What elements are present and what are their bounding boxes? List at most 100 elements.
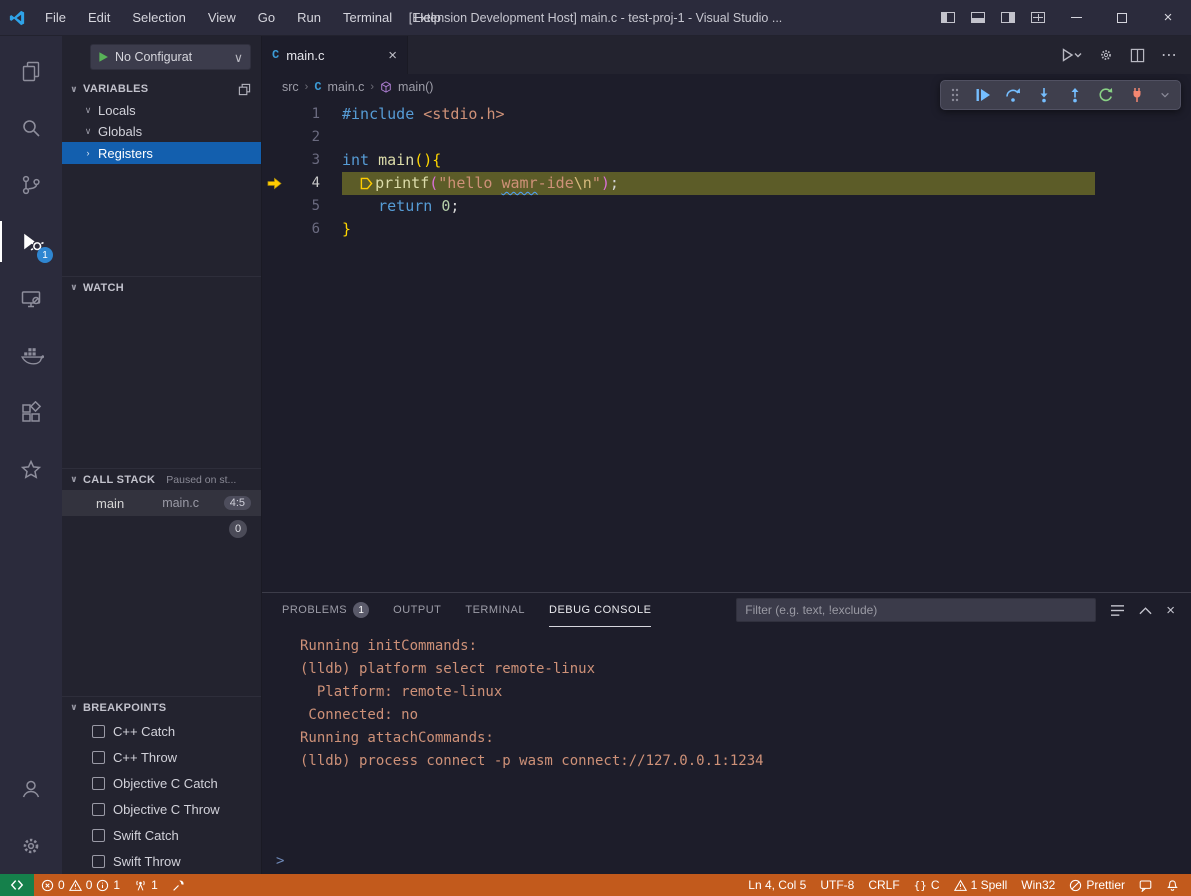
spell-checker-status[interactable]: 1 Spell xyxy=(947,874,1015,896)
feedback-status[interactable] xyxy=(1132,874,1159,896)
breakpoint-label: Swift Catch xyxy=(113,828,179,843)
ports-status[interactable]: 1 xyxy=(127,874,165,896)
docker-icon[interactable] xyxy=(0,327,62,384)
star-icon[interactable] xyxy=(0,441,62,498)
minimize-button[interactable] xyxy=(1053,0,1099,36)
breakpoint-objc-throw[interactable]: Objective C Throw xyxy=(62,796,261,822)
chevron-down-icon[interactable] xyxy=(1160,90,1170,100)
menu-help[interactable]: Help xyxy=(403,0,452,36)
line-text[interactable]: int main(){ xyxy=(342,149,1191,172)
breakpoint-cpp-catch[interactable]: C++ Catch xyxy=(62,718,261,744)
step-into-icon[interactable] xyxy=(1036,87,1052,103)
stack-frame-row[interactable]: main main.c 4:5 xyxy=(62,490,261,516)
search-icon[interactable] xyxy=(0,99,62,156)
toggle-secondary-sidebar-icon[interactable] xyxy=(993,0,1023,36)
customize-layout-icon[interactable] xyxy=(1023,0,1053,36)
split-editor-icon[interactable] xyxy=(1130,48,1145,63)
filter-lines-icon[interactable] xyxy=(1110,604,1125,617)
tab-problems[interactable]: PROBLEMS 1 xyxy=(282,593,369,627)
language-mode[interactable]: {} C xyxy=(907,874,947,896)
settings-gear-icon[interactable] xyxy=(1098,47,1114,63)
variables-section-header[interactable]: ∨ VARIABLES xyxy=(62,78,261,100)
checkbox[interactable] xyxy=(92,777,105,790)
maximize-panel-icon[interactable] xyxy=(1139,606,1152,615)
copy-icon[interactable] xyxy=(238,83,251,96)
debug-configuration-dropdown[interactable]: No Configurat ∨ xyxy=(90,44,251,70)
breakpoint-cpp-throw[interactable]: C++ Throw xyxy=(62,744,261,770)
line-text-highlighted[interactable]: printf("hello wamr-ide\n"); xyxy=(342,172,1095,195)
call-stack-section-header[interactable]: ∨ CALL STACK Paused on st... xyxy=(62,468,261,490)
tab-output[interactable]: OUTPUT xyxy=(393,593,441,627)
console-filter-input[interactable] xyxy=(736,598,1096,622)
close-panel-icon[interactable]: × xyxy=(1166,602,1175,619)
line-text[interactable]: return 0; xyxy=(342,195,1191,218)
variables-scope-locals[interactable]: ∨ Locals xyxy=(62,100,261,121)
menu-view[interactable]: View xyxy=(197,0,247,36)
line-number: 2 xyxy=(286,126,320,149)
console-input[interactable]: > xyxy=(262,848,1191,874)
bell-icon xyxy=(1166,878,1179,892)
code-line-2: 2 xyxy=(262,126,1191,149)
checkbox[interactable] xyxy=(92,855,105,868)
console-line: (lldb) process connect -p wasm connect:/… xyxy=(300,750,1191,773)
toolbar-grip-icon[interactable] xyxy=(951,88,959,102)
breakpoint-objc-catch[interactable]: Objective C Catch xyxy=(62,770,261,796)
toggle-sidebar-icon[interactable] xyxy=(933,0,963,36)
breakpoint-swift-throw[interactable]: Swift Throw xyxy=(62,848,261,874)
restart-icon[interactable] xyxy=(1098,87,1114,103)
remote-indicator[interactable] xyxy=(0,874,34,896)
debug-tool-status[interactable] xyxy=(165,874,192,896)
accounts-icon[interactable] xyxy=(0,760,62,817)
checkbox[interactable] xyxy=(92,751,105,764)
step-out-icon[interactable] xyxy=(1067,87,1083,103)
code-editor[interactable]: 1 #include <stdio.h> 2 3 int main(){ xyxy=(262,100,1191,592)
menu-file[interactable]: File xyxy=(34,0,77,36)
maximize-button[interactable] xyxy=(1099,0,1145,36)
extensions-icon[interactable] xyxy=(0,384,62,441)
menu-edit[interactable]: Edit xyxy=(77,0,121,36)
notifications-status[interactable] xyxy=(1159,874,1191,896)
encoding-indicator[interactable]: UTF-8 xyxy=(813,874,861,896)
tab-terminal[interactable]: TERMINAL xyxy=(465,593,525,627)
tab-debug-console[interactable]: DEBUG CONSOLE xyxy=(549,593,651,627)
platform-status[interactable]: Win32 xyxy=(1014,874,1062,896)
checkbox[interactable] xyxy=(92,725,105,738)
current-line-arrow-icon[interactable] xyxy=(262,177,286,190)
breakpoint-swift-catch[interactable]: Swift Catch xyxy=(62,822,261,848)
variables-scope-globals[interactable]: ∨ Globals xyxy=(62,121,261,142)
menu-go[interactable]: Go xyxy=(247,0,286,36)
settings-gear-icon[interactable] xyxy=(0,817,62,874)
source-control-icon[interactable] xyxy=(0,156,62,213)
panel-header: PROBLEMS 1 OUTPUT TERMINAL DEBUG CONSOLE xyxy=(262,593,1191,627)
watch-section-header[interactable]: ∨ WATCH xyxy=(62,276,261,298)
breadcrumb-src[interactable]: src xyxy=(282,80,299,94)
close-tab-icon[interactable]: × xyxy=(388,47,397,64)
eol-indicator[interactable]: CRLF xyxy=(861,874,906,896)
explorer-icon[interactable] xyxy=(0,42,62,99)
menu-terminal[interactable]: Terminal xyxy=(332,0,403,36)
checkbox[interactable] xyxy=(92,829,105,842)
breakpoints-section-header[interactable]: ∨ BREAKPOINTS xyxy=(62,696,261,718)
close-button[interactable]: × xyxy=(1145,0,1191,36)
checkbox[interactable] xyxy=(92,803,105,816)
variables-scope-registers[interactable]: › Registers xyxy=(62,142,261,164)
more-actions-icon[interactable]: ⋯ xyxy=(1161,45,1177,65)
breadcrumb-file[interactable]: main.c xyxy=(328,80,365,94)
tab-main-c[interactable]: C main.c × xyxy=(262,36,408,74)
continue-icon[interactable] xyxy=(974,87,990,103)
formatter-status[interactable]: Prettier xyxy=(1062,874,1132,896)
run-and-debug-icon[interactable]: 1 xyxy=(0,213,62,270)
cursor-position[interactable]: Ln 4, Col 5 xyxy=(741,874,813,896)
line-text[interactable]: } xyxy=(342,218,1191,241)
breadcrumb-symbol[interactable]: main() xyxy=(398,80,433,94)
menu-selection[interactable]: Selection xyxy=(121,0,196,36)
run-or-debug-icon[interactable] xyxy=(1062,48,1082,62)
step-over-icon[interactable] xyxy=(1005,87,1021,103)
menu-run[interactable]: Run xyxy=(286,0,332,36)
disconnect-icon[interactable] xyxy=(1129,87,1145,103)
toggle-panel-icon[interactable] xyxy=(963,0,993,36)
inline-breakpoint-icon[interactable] xyxy=(360,177,373,190)
start-debug-icon[interactable] xyxy=(98,51,109,63)
problems-status[interactable]: 0 0 1 xyxy=(34,874,127,896)
remote-explorer-icon[interactable] xyxy=(0,270,62,327)
